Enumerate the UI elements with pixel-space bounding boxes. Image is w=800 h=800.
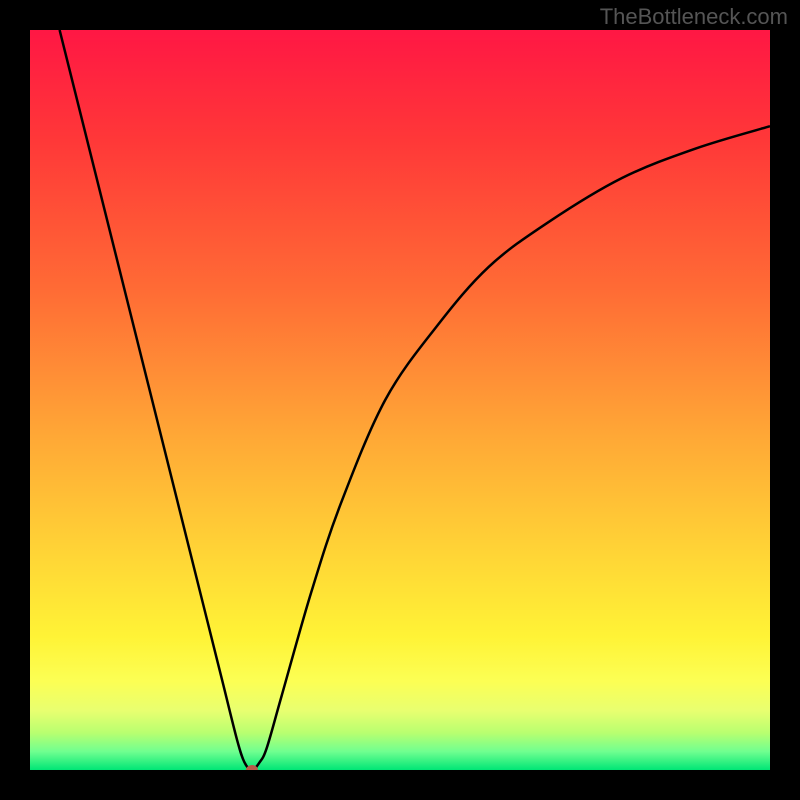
- optimal-point-marker: [246, 765, 258, 770]
- chart-curve: [30, 30, 770, 770]
- chart-plot-area: [30, 30, 770, 770]
- watermark-text: TheBottleneck.com: [600, 4, 788, 30]
